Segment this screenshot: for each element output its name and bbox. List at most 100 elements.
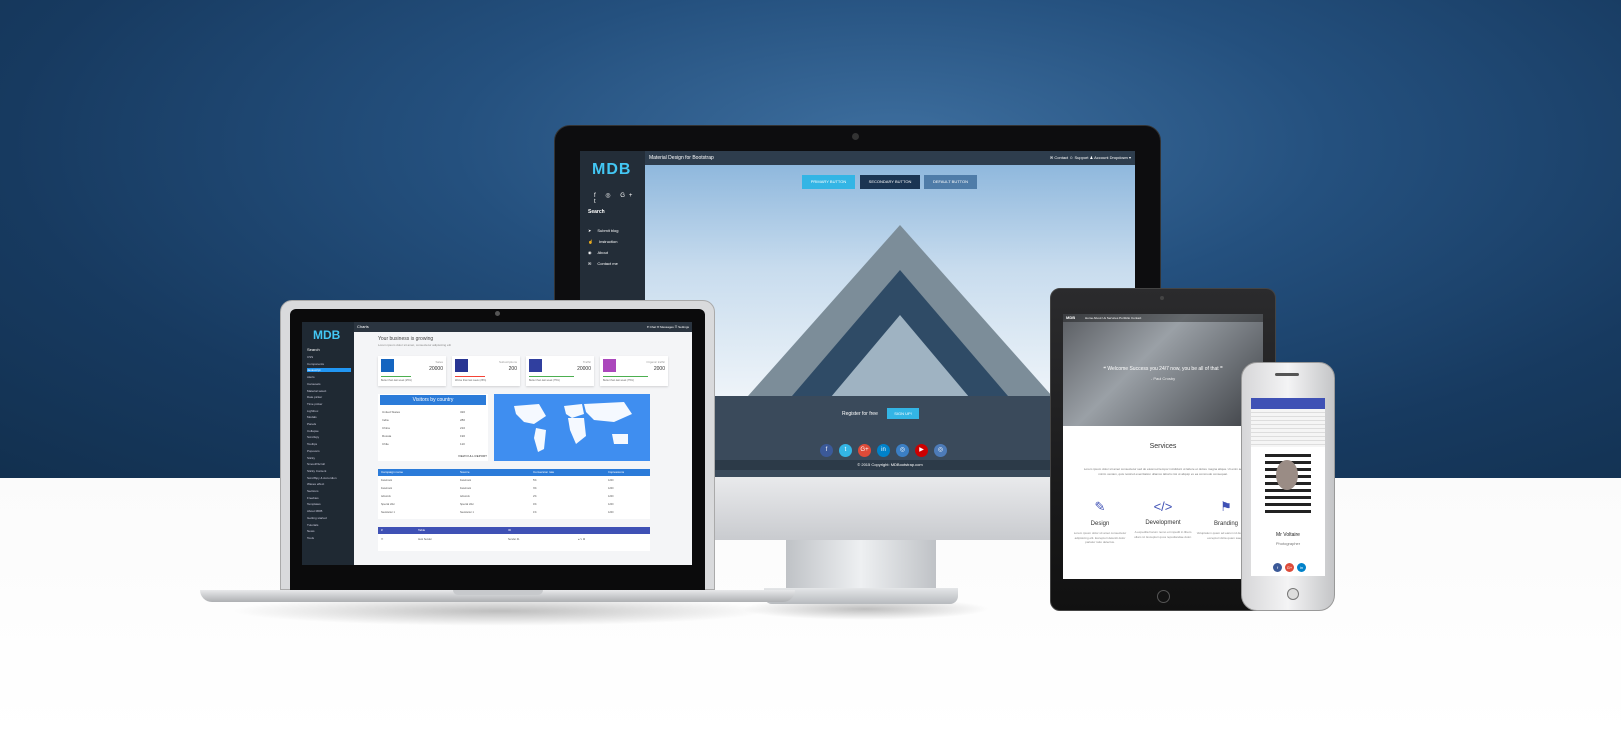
row-action-icons[interactable]: ● ✎ ✖: [578, 538, 585, 541]
visitor-count: 110: [460, 442, 465, 446]
table-cell: Facebook: [381, 487, 392, 490]
campaign-table-header: Campaign name Source Conversion rate Imp…: [378, 469, 650, 476]
stat-label: Organic traffic: [646, 360, 665, 364]
signup-button[interactable]: SIGN UP!: [887, 408, 919, 419]
table-header-cell[interactable]: Table: [418, 528, 425, 532]
laptop-nav-item[interactable]: ScrollSpy & Accordion: [307, 476, 351, 480]
twitter-icon[interactable]: t: [594, 199, 600, 205]
google-plus-icon[interactable]: G+: [620, 193, 636, 199]
imac-nav-submit-blog[interactable]: ➤ Submit blog: [588, 228, 640, 233]
instagram-icon[interactable]: ◎: [605, 193, 614, 199]
tablet-hero: MDB Home About Us Services Portfolio Con…: [1063, 314, 1263, 426]
campaign-table: Campaign name Source Conversion rate Imp…: [378, 469, 650, 519]
imac-top-nav[interactable]: ✉ Contact ☺ Support ♟ Account Dropdown ▾: [1050, 155, 1131, 160]
building-image-core: [820, 315, 980, 396]
device-mockup-stage: MDB f ◎ G+ t Search ➤ Submit blog ☝ Instru…: [0, 0, 1621, 737]
laptop-nav-item[interactable]: Alerts: [307, 375, 351, 379]
laptop-nav-item[interactable]: Waves effect: [307, 482, 351, 486]
laptop-top-nav[interactable]: ♥ Chat ✉ Messages ☰ Settings: [647, 325, 689, 329]
tablet-brand[interactable]: MDB: [1066, 315, 1075, 320]
world-map[interactable]: [494, 394, 650, 461]
default-button[interactable]: DEFAULT BUTTON: [924, 175, 977, 189]
table-header-cell[interactable]: ID: [508, 528, 511, 532]
feature-title: Design: [1090, 521, 1110, 527]
imac-logo[interactable]: MDB: [592, 161, 631, 179]
stat-bar: [603, 376, 648, 377]
laptop-nav-item[interactable]: Scrollspy: [307, 435, 351, 439]
laptop-logo[interactable]: MDB: [313, 328, 340, 342]
laptop-nav-item[interactable]: Sticky: [307, 456, 351, 460]
primary-button[interactable]: PRIMARY BUTTON: [802, 175, 855, 189]
laptop-nav-item[interactable]: Javascript: [307, 368, 351, 373]
table-cell: 1200: [608, 495, 614, 498]
youtube-icon[interactable]: ▶: [915, 444, 928, 457]
laptop-nav-item[interactable]: Getting started: [307, 516, 351, 520]
stat-card-subscriptions: Subscriptions 200 Worse than last week (25…: [452, 356, 520, 386]
tablet-nav-links[interactable]: Home About Us Services Portfolio Contact: [1085, 316, 1141, 320]
laptop-nav-item[interactable]: Sections: [307, 489, 351, 493]
laptop-nav-item[interactable]: Carousels: [307, 382, 351, 386]
table-cell: Facebook: [460, 479, 471, 482]
laptop-search-label[interactable]: Search: [307, 347, 320, 352]
dribbble-icon[interactable]: ◎: [934, 444, 947, 457]
laptop-nav-item[interactable]: Components: [307, 362, 351, 366]
laptop-nav-item[interactable]: Sticky Content: [307, 469, 351, 473]
feature-text: A expedita harum nemo et impedit in libe…: [1134, 530, 1192, 539]
secondary-button[interactable]: SECONDARY BUTTON: [860, 175, 920, 189]
laptop-nav-item[interactable]: Date picker: [307, 395, 351, 399]
laptop-nav-item[interactable]: Tooltips: [307, 442, 351, 446]
laptop-nav-item[interactable]: Freebies: [307, 496, 351, 500]
linkedin-icon[interactable]: in: [1297, 563, 1306, 572]
phone-home-button[interactable]: [1287, 588, 1299, 600]
laptop-nav-item[interactable]: CSS: [307, 355, 351, 359]
imac-social-icons: f ◎ G+ t: [594, 192, 645, 205]
imac-nav-about[interactable]: ◉ About: [588, 250, 640, 255]
stat-text: Worse than last week (25%): [455, 379, 487, 382]
stat-bar: [455, 376, 485, 377]
table-header-cell[interactable]: Campaign name: [381, 470, 403, 474]
laptop-nav-item[interactable]: Collapse: [307, 429, 351, 433]
table-header-cell[interactable]: #: [381, 528, 383, 532]
stat-value: 200: [508, 366, 517, 372]
view-report-link[interactable]: VIEW FULL REPORT: [458, 454, 487, 458]
laptop-nav-item[interactable]: SmoothScroll: [307, 462, 351, 466]
visitor-count: 280: [460, 418, 466, 422]
laptop-nav-item[interactable]: About MDB: [307, 509, 351, 513]
chart-icon: [381, 359, 394, 372]
table-header-cell[interactable]: Conversion rate: [533, 470, 554, 474]
laptop-nav-item[interactable]: Panels: [307, 422, 351, 426]
facebook-icon[interactable]: f: [1273, 563, 1282, 572]
checkbox-icon[interactable]: ☐: [381, 538, 383, 541]
imac-search-label[interactable]: Search: [588, 209, 605, 215]
table-header-cell[interactable]: Impressions: [608, 470, 624, 474]
google-plus-icon[interactable]: G+: [858, 444, 871, 457]
google-plus-icon[interactable]: G+: [1285, 563, 1294, 572]
tablet-home-button[interactable]: [1157, 590, 1170, 603]
laptop-nav-item[interactable]: Tutorials: [307, 523, 351, 527]
table-cell: Special offer: [381, 503, 395, 506]
laptop-nav-item[interactable]: Modals: [307, 415, 351, 419]
imac-nav-contact[interactable]: ✉ Contact me: [588, 261, 640, 266]
laptop-nav-item[interactable]: Templates: [307, 502, 351, 506]
table-cell: 5%: [533, 479, 537, 482]
services-heading: Services: [1149, 443, 1177, 450]
phone-header-pattern: [1251, 409, 1325, 447]
laptop-nav-item[interactable]: Material select: [307, 389, 351, 393]
table-header-cell[interactable]: Source: [460, 470, 470, 474]
laptop-nav-item[interactable]: Popovers: [307, 449, 351, 453]
facebook-icon[interactable]: f: [820, 444, 833, 457]
imac-nav-instruction[interactable]: ☝ Instruction: [588, 239, 640, 244]
tablet-quote: ❝ Welcome Success you 24/7 now, you be a…: [1103, 366, 1223, 372]
laptop-nav-item[interactable]: Tools: [307, 536, 351, 540]
imac-page-title: Material Design for Bootstrap: [649, 155, 714, 161]
twitter-icon[interactable]: t: [839, 444, 852, 457]
table-cell: Special offer: [460, 503, 474, 506]
imac-footer-social: f t G+ in ◎ ▶ ◎: [820, 438, 953, 457]
linkedin-icon[interactable]: in: [877, 444, 890, 457]
laptop-nav-item[interactable]: News: [307, 529, 351, 533]
laptop-nav-item[interactable]: Time picker: [307, 402, 351, 406]
github-icon[interactable]: ◎: [896, 444, 909, 457]
table-cell: Facebook: [460, 487, 471, 490]
laptop-nav-item[interactable]: Lightbox: [307, 409, 351, 413]
world-map-icon: [514, 402, 632, 452]
